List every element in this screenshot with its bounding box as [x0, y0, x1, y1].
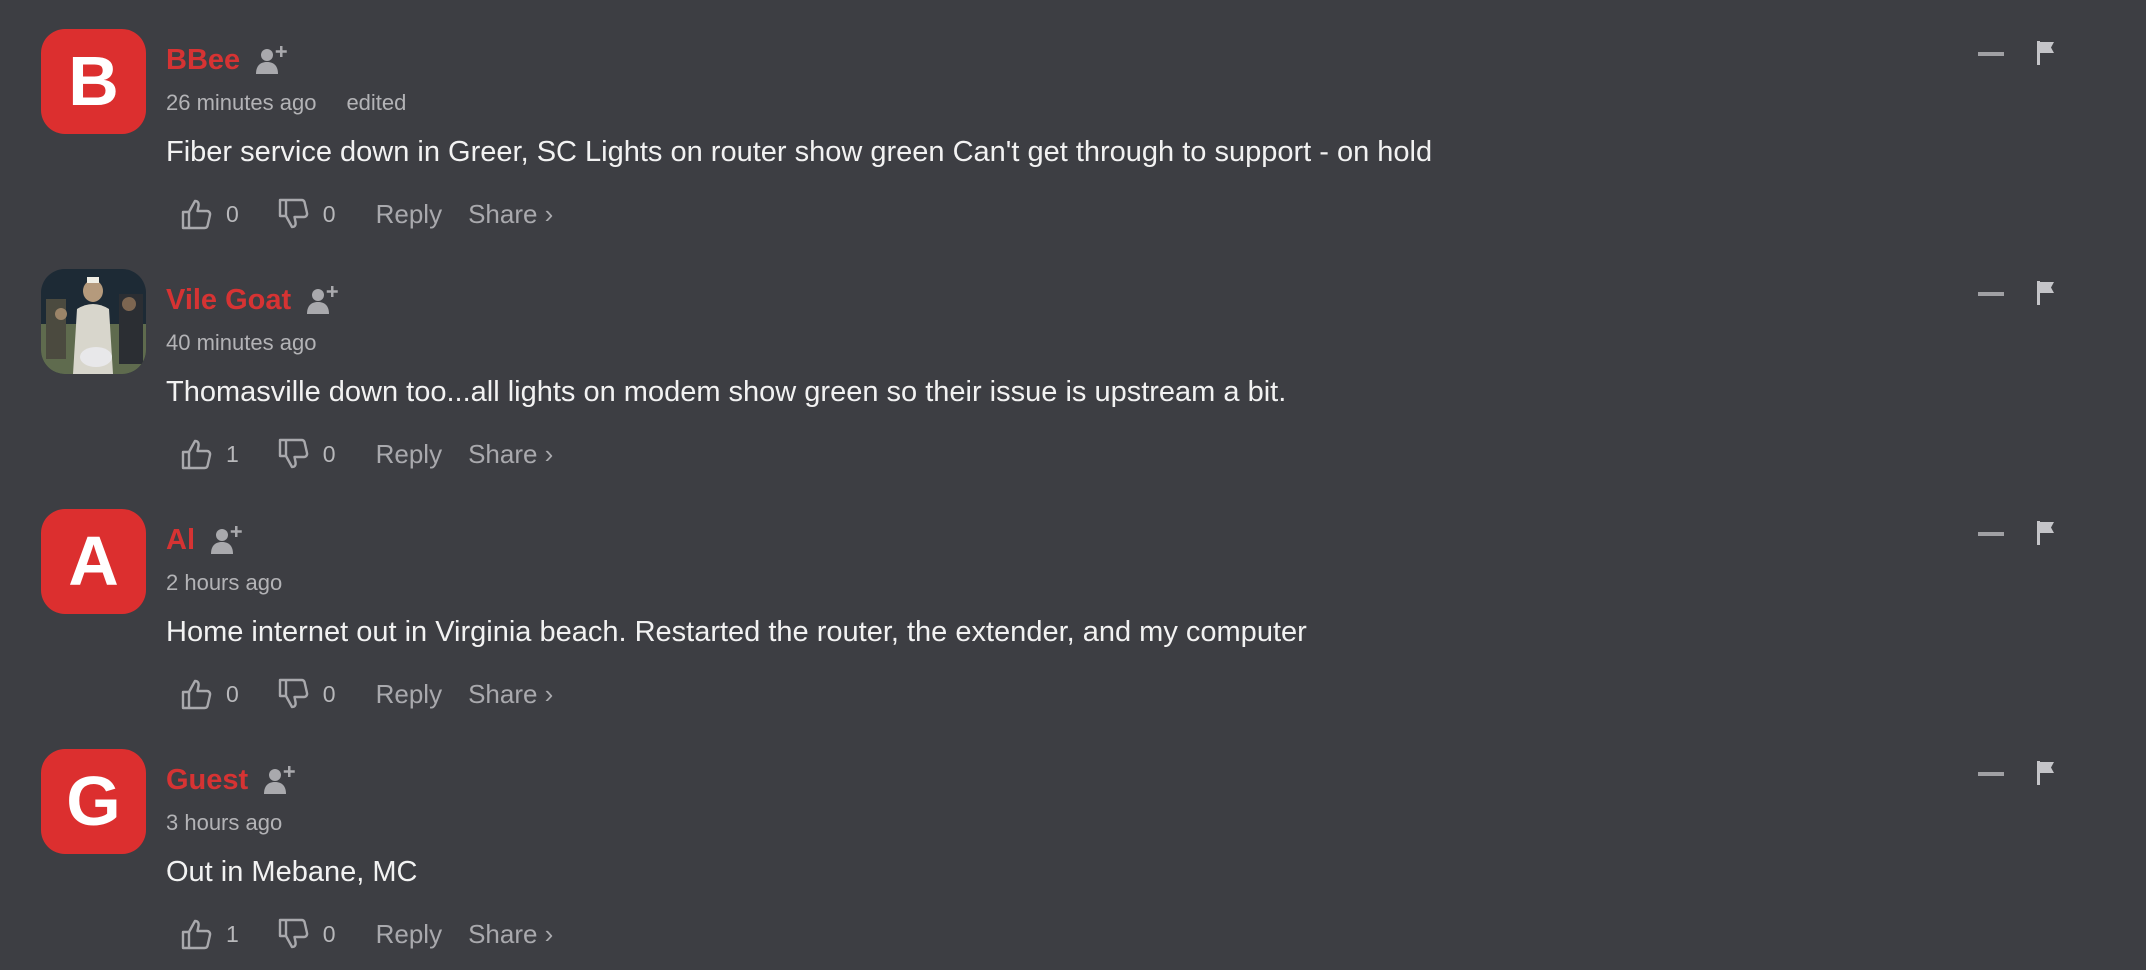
- timestamp: 2 hours ago: [166, 570, 283, 595]
- dislike-button[interactable]: 0: [275, 194, 336, 234]
- minus-icon[interactable]: [1978, 532, 2004, 536]
- share-button[interactable]: Share ›: [468, 199, 553, 230]
- author-row: Guest: [166, 758, 298, 802]
- comment-text: Fiber service down in Greer, SC Lights o…: [166, 136, 1433, 168]
- thumbs-up-icon: [181, 919, 212, 950]
- share-button[interactable]: Share ›: [468, 679, 553, 710]
- author-name[interactable]: Vile Goat: [166, 280, 291, 320]
- avatar[interactable]: B: [41, 29, 146, 134]
- meta-row: 2 hours ago: [166, 568, 282, 598]
- thumbs-up-icon: [181, 439, 212, 470]
- person-plus-icon[interactable]: [262, 762, 298, 798]
- avatar[interactable]: G: [41, 749, 146, 854]
- edited-label: edited: [346, 90, 407, 115]
- author-name[interactable]: Al: [166, 520, 195, 560]
- comment-actions: 1 0 Reply Share ›: [178, 434, 553, 474]
- like-count: 0: [226, 200, 239, 227]
- like-button[interactable]: 0: [178, 194, 239, 234]
- thumbs-down-icon: [278, 918, 309, 949]
- author-row: Al: [166, 518, 245, 562]
- comment-controls: [1978, 758, 2056, 788]
- comment-controls: [1978, 278, 2056, 308]
- meta-row: 40 minutes ago: [166, 328, 316, 358]
- thumbs-up-icon: [181, 199, 212, 230]
- comments-list: B BBee 26 minutes ago edited Fiber servi…: [0, 0, 2146, 970]
- comment-text: Home internet out in Virginia beach. Res…: [166, 616, 1307, 648]
- like-count: 1: [226, 920, 239, 947]
- avatar[interactable]: A: [41, 509, 146, 614]
- comment-text: Out in Mebane, MC: [166, 856, 418, 888]
- share-button[interactable]: Share ›: [468, 919, 553, 950]
- person-plus-icon[interactable]: [254, 42, 290, 78]
- like-count: 1: [226, 440, 239, 467]
- thumbs-up-icon: [181, 679, 212, 710]
- comment-actions: 0 0 Reply Share ›: [178, 194, 553, 234]
- reply-button[interactable]: Reply: [376, 199, 442, 230]
- flag-icon[interactable]: [2035, 520, 2057, 546]
- like-button[interactable]: 1: [178, 434, 239, 474]
- author-row: BBee: [166, 38, 290, 82]
- share-button[interactable]: Share ›: [468, 439, 553, 470]
- reply-button[interactable]: Reply: [376, 439, 442, 470]
- comment-actions: 1 0 Reply Share ›: [178, 914, 553, 954]
- timestamp: 3 hours ago: [166, 810, 283, 835]
- author-name[interactable]: Guest: [166, 760, 248, 800]
- dislike-button[interactable]: 0: [275, 434, 336, 474]
- comment-text: Thomasville down too...all lights on mod…: [166, 376, 1287, 408]
- comment-item: G Guest 3 hours ago Out in Mebane, MC 1: [0, 720, 2146, 960]
- like-button[interactable]: 1: [178, 914, 239, 954]
- comment-controls: [1978, 518, 2056, 548]
- dislike-count: 0: [322, 920, 336, 947]
- author-row: Vile Goat: [166, 278, 341, 322]
- comment-item: A Al 2 hours ago Home internet out in Vi…: [0, 480, 2146, 720]
- person-plus-icon[interactable]: [305, 282, 341, 318]
- minus-icon[interactable]: [1978, 772, 2004, 776]
- comment-item: Vile Goat 40 minutes ago Thomasville dow…: [0, 240, 2146, 480]
- reply-button[interactable]: Reply: [376, 679, 442, 710]
- like-button[interactable]: 0: [178, 674, 239, 714]
- timestamp: 40 minutes ago: [166, 330, 317, 355]
- comment-item: B BBee 26 minutes ago edited Fiber servi…: [0, 0, 2146, 240]
- flag-icon[interactable]: [2035, 280, 2057, 306]
- dislike-count: 0: [322, 680, 336, 707]
- minus-icon[interactable]: [1978, 52, 2004, 56]
- author-name[interactable]: BBee: [166, 40, 240, 80]
- thumbs-down-icon: [278, 198, 309, 229]
- meta-row: 3 hours ago: [166, 808, 282, 838]
- thumbs-down-icon: [278, 678, 309, 709]
- dislike-button[interactable]: 0: [275, 674, 336, 714]
- avatar[interactable]: [41, 269, 146, 374]
- meta-row: 26 minutes ago edited: [166, 88, 406, 118]
- person-plus-icon[interactable]: [209, 522, 245, 558]
- comment-controls: [1978, 38, 2056, 68]
- dislike-count: 0: [322, 200, 336, 227]
- reply-button[interactable]: Reply: [376, 919, 442, 950]
- thumbs-down-icon: [278, 438, 309, 469]
- minus-icon[interactable]: [1978, 292, 2004, 296]
- dislike-button[interactable]: 0: [275, 914, 336, 954]
- flag-icon[interactable]: [2035, 760, 2057, 786]
- dislike-count: 0: [322, 440, 336, 467]
- like-count: 0: [226, 680, 239, 707]
- flag-icon[interactable]: [2035, 40, 2057, 66]
- timestamp: 26 minutes ago: [166, 90, 317, 115]
- comment-actions: 0 0 Reply Share ›: [178, 674, 553, 714]
